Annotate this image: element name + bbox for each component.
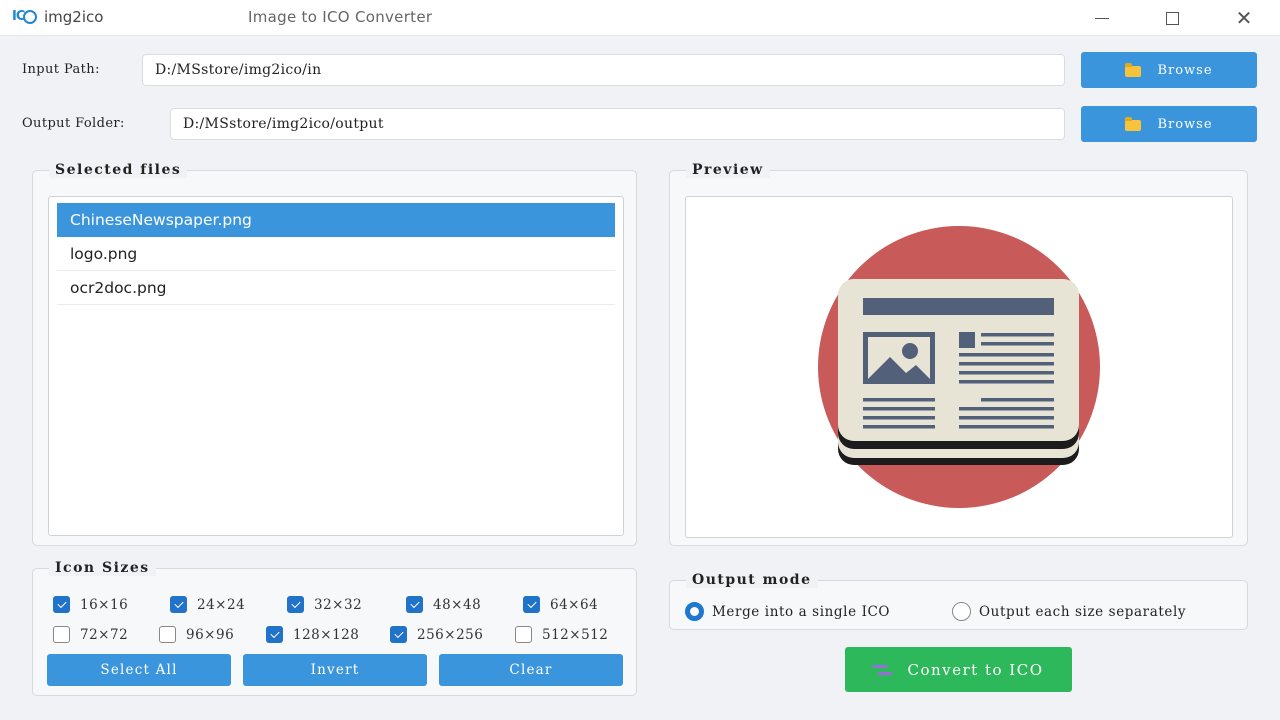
icon-sizes-group: Icon Sizes 16×16 24×24 32×32 48×48 64×64… — [32, 560, 637, 696]
separate-radio[interactable]: Output each size separately — [952, 602, 1186, 621]
output-folder-label: Output Folder: — [22, 116, 125, 131]
size-checkbox-32[interactable]: 32×32 — [287, 596, 362, 613]
minimize-icon — [1095, 17, 1109, 19]
icon-sizes-title: Icon Sizes — [49, 560, 156, 576]
radio-selected-icon — [685, 602, 704, 621]
close-icon: ✕ — [1235, 6, 1253, 30]
size-checkbox-64[interactable]: 64×64 — [523, 596, 598, 613]
convert-button[interactable]: Convert to ICO — [845, 647, 1072, 692]
merge-radio-label: Merge into a single ICO — [712, 603, 891, 620]
size-label: 72×72 — [80, 626, 129, 643]
size-label: 64×64 — [550, 596, 599, 613]
size-label: 96×96 — [186, 626, 235, 643]
checkbox-unchecked-icon — [515, 626, 532, 643]
input-browse-label: Browse — [1157, 62, 1213, 78]
list-item[interactable]: ChineseNewspaper.png — [57, 203, 615, 237]
checkbox-checked-icon — [406, 596, 423, 613]
size-checkbox-96[interactable]: 96×96 — [159, 626, 234, 643]
app-name: img2ico — [44, 8, 104, 26]
file-list[interactable]: ChineseNewspaper.png logo.png ocr2doc.pn… — [48, 196, 624, 536]
maximize-button[interactable] — [1152, 4, 1192, 32]
radio-unselected-icon — [952, 602, 971, 621]
minimize-button[interactable] — [1082, 4, 1122, 32]
output-browse-button[interactable]: Browse — [1081, 106, 1257, 142]
size-label: 32×32 — [314, 596, 363, 613]
size-label: 48×48 — [433, 596, 482, 613]
size-label: 16×16 — [80, 596, 129, 613]
folder-icon — [1125, 62, 1142, 77]
folder-icon — [1125, 116, 1142, 131]
output-browse-label: Browse — [1157, 116, 1213, 132]
size-checkbox-128[interactable]: 128×128 — [266, 626, 359, 643]
size-label: 24×24 — [197, 596, 246, 613]
separate-radio-label: Output each size separately — [979, 603, 1187, 620]
select-all-button[interactable]: Select All — [47, 654, 231, 686]
checkbox-checked-icon — [170, 596, 187, 613]
size-checkbox-24[interactable]: 24×24 — [170, 596, 245, 613]
merge-radio[interactable]: Merge into a single ICO — [685, 602, 890, 621]
selected-files-group: Selected files ChineseNewspaper.png logo… — [32, 162, 637, 546]
output-folder-field[interactable]: D:/MSstore/img2ico/output — [170, 108, 1065, 140]
close-button[interactable]: ✕ — [1224, 4, 1264, 32]
output-mode-group: Output mode Merge into a single ICO Outp… — [669, 572, 1248, 630]
size-checkbox-72[interactable]: 72×72 — [53, 626, 128, 643]
size-checkbox-16[interactable]: 16×16 — [53, 596, 128, 613]
newspaper-icon — [818, 226, 1100, 508]
title-bar: IC img2ico Image to ICO Converter ✕ — [0, 0, 1280, 36]
checkbox-checked-icon — [287, 596, 304, 613]
size-label: 128×128 — [293, 626, 360, 643]
clear-button[interactable]: Clear — [439, 654, 623, 686]
convert-label: Convert to ICO — [907, 660, 1044, 679]
window-title: Image to ICO Converter — [248, 8, 433, 26]
list-item[interactable]: logo.png — [57, 237, 615, 271]
preview-group: Preview — [669, 162, 1248, 546]
checkbox-checked-icon — [390, 626, 407, 643]
checkbox-checked-icon — [523, 596, 540, 613]
maximize-icon — [1165, 11, 1179, 25]
list-item[interactable]: ocr2doc.png — [57, 271, 615, 305]
checkbox-unchecked-icon — [53, 626, 70, 643]
input-path-label: Input Path: — [22, 62, 100, 77]
checkbox-checked-icon — [266, 626, 283, 643]
selected-files-title: Selected files — [49, 162, 188, 178]
output-mode-title: Output mode — [686, 572, 818, 588]
checkbox-checked-icon — [53, 596, 70, 613]
convert-icon — [873, 663, 893, 677]
input-browse-button[interactable]: Browse — [1081, 52, 1257, 88]
size-checkbox-256[interactable]: 256×256 — [390, 626, 483, 643]
size-checkbox-512[interactable]: 512×512 — [515, 626, 608, 643]
preview-title: Preview — [686, 162, 770, 178]
size-label: 512×512 — [542, 626, 609, 643]
preview-area — [685, 196, 1233, 538]
app-logo-icon: IC — [12, 9, 38, 27]
size-label: 256×256 — [417, 626, 484, 643]
invert-button[interactable]: Invert — [243, 654, 427, 686]
checkbox-unchecked-icon — [159, 626, 176, 643]
size-checkbox-48[interactable]: 48×48 — [406, 596, 481, 613]
input-path-field[interactable]: D:/MSstore/img2ico/in — [142, 54, 1065, 86]
